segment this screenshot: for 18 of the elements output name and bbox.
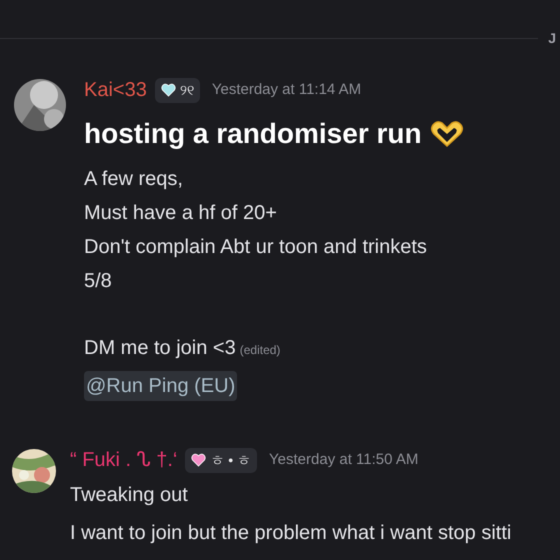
message-text: Must have a hf of 20+ — [84, 202, 277, 224]
timestamp: Yesterday at 11:50 AM — [269, 450, 418, 470]
heart-hands-icon — [430, 120, 464, 148]
message-text: I want to join but the problem what i want stop sitti — [70, 522, 512, 544]
message-text: Don't complain Abt ur toon and trinkets — [84, 236, 427, 258]
tag-text: ㅎ • ㅎ — [210, 450, 252, 470]
username[interactable]: “ Fuki . ᔐ †.‘ — [70, 445, 178, 475]
tag-text: ୨୧ — [180, 80, 194, 100]
timestamp: Yesterday at 11:14 AM — [212, 80, 362, 100]
message-text: DM me to join <3 — [84, 337, 236, 359]
message-text: Tweaking out — [70, 484, 188, 506]
role-mention[interactable]: @Run Ping (EU) — [84, 371, 238, 401]
message-heading: hosting a randomiser run — [84, 117, 422, 151]
message-text: 5/8 — [84, 270, 112, 292]
edited-label: (edited) — [240, 343, 280, 357]
username[interactable]: Kai<33 — [84, 75, 147, 105]
message-text: A few reqs, — [84, 168, 183, 190]
date-divider-text: J — [547, 29, 557, 48]
